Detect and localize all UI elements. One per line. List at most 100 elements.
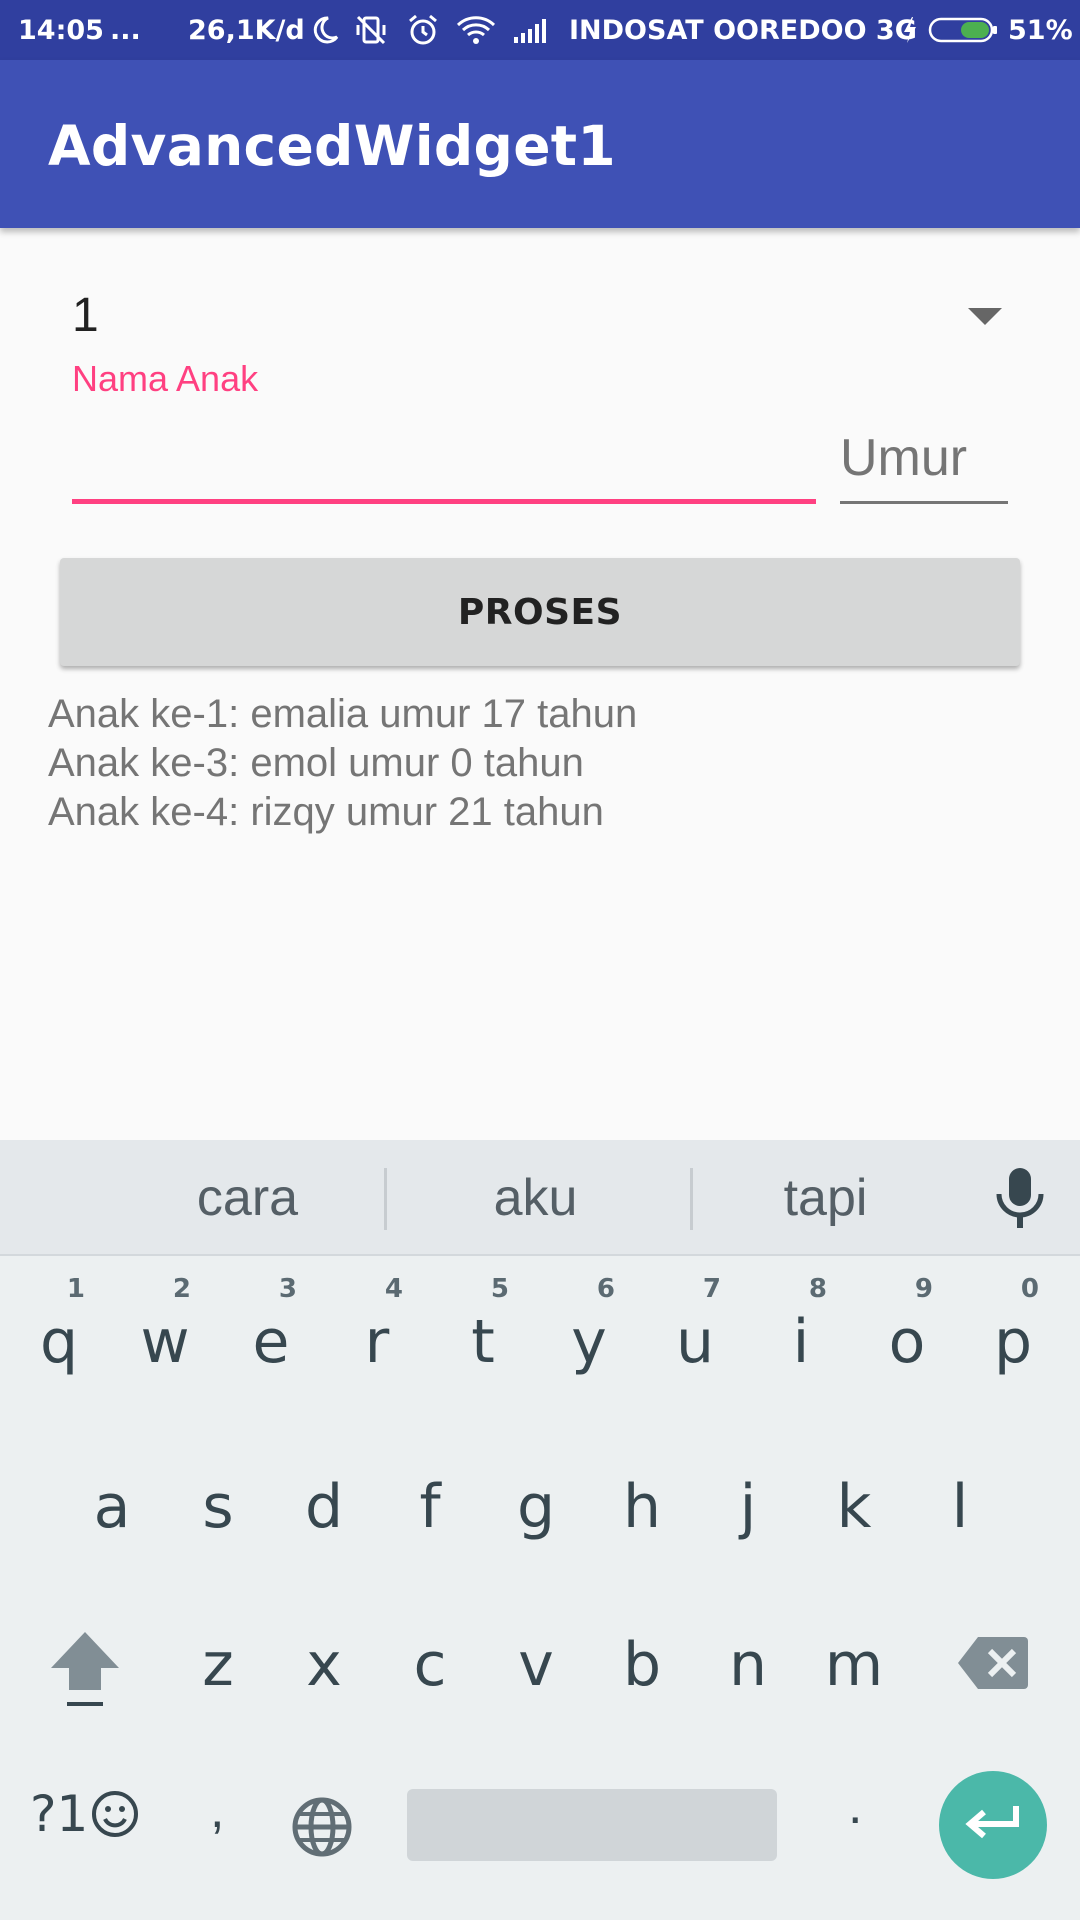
key-h[interactable]: h: [592, 1442, 692, 1572]
key-letter: p: [993, 1307, 1033, 1377]
key-number-hint: 2: [172, 1274, 191, 1304]
carrier-name: INDOSAT OOREDOO 3G: [569, 14, 917, 46]
key-letter: b: [622, 1630, 662, 1700]
globe-key[interactable]: [290, 1795, 354, 1859]
key-letter: n: [728, 1630, 768, 1700]
key-letter: x: [306, 1630, 342, 1700]
key-letter: s: [202, 1472, 234, 1542]
keyboard-suggestion-bar: cara aku tapi: [0, 1140, 1080, 1256]
period-key[interactable]: .: [848, 1776, 862, 1836]
dropdown-arrow-icon: [968, 308, 1002, 325]
key-letter: z: [202, 1630, 234, 1700]
key-number-hint: 3: [278, 1274, 297, 1304]
suggestion-item[interactable]: cara: [150, 1140, 345, 1256]
name-input[interactable]: [72, 414, 816, 504]
comma-key[interactable]: ,: [210, 1780, 224, 1840]
key-letter: v: [518, 1630, 554, 1700]
key-b[interactable]: b: [592, 1600, 692, 1730]
alarm-icon: [406, 0, 440, 60]
enter-arrow-icon: [965, 1806, 1019, 1839]
result-line: Anak ke-3: emol umur 0 tahun: [48, 741, 584, 785]
backspace-icon: [958, 1637, 1028, 1689]
proses-button[interactable]: PROSES: [60, 558, 1020, 666]
app-bar: AdvancedWidget1: [0, 60, 1080, 228]
emoji-icon: [92, 1791, 139, 1837]
enter-key[interactable]: [939, 1771, 1047, 1879]
key-a[interactable]: a: [62, 1442, 162, 1572]
key-x[interactable]: x: [274, 1600, 374, 1730]
shift-key[interactable]: [40, 1625, 130, 1715]
key-v[interactable]: v: [486, 1600, 586, 1730]
charging-icon: [900, 0, 920, 60]
key-e[interactable]: 3e: [221, 1264, 321, 1394]
key-l[interactable]: l: [910, 1442, 1010, 1572]
suggestion-divider: [384, 1168, 387, 1230]
backspace-key[interactable]: [955, 1630, 1031, 1696]
key-letter: i: [792, 1307, 810, 1377]
key-w[interactable]: 2w: [115, 1264, 215, 1394]
key-letter: h: [622, 1472, 662, 1542]
key-letter: a: [93, 1472, 131, 1542]
key-number-hint: 8: [808, 1274, 827, 1304]
status-time: 14:05: [18, 14, 104, 46]
key-letter: q: [39, 1307, 79, 1377]
age-input[interactable]: [840, 414, 1008, 504]
key-q[interactable]: 1q: [9, 1264, 109, 1394]
key-letter: o: [888, 1307, 926, 1377]
result-line: Anak ke-4: rizqy umur 21 tahun: [48, 790, 604, 834]
wifi-icon: [456, 0, 496, 60]
key-number-hint: 7: [702, 1274, 721, 1304]
key-i[interactable]: 8i: [751, 1264, 851, 1394]
result-line: Anak ke-1: emalia umur 17 tahun: [48, 692, 638, 736]
shift-arrow-icon: [51, 1632, 119, 1706]
key-g[interactable]: g: [486, 1442, 586, 1572]
key-letter: y: [571, 1307, 607, 1377]
key-j[interactable]: j: [698, 1442, 798, 1572]
key-number-hint: 6: [596, 1274, 615, 1304]
key-d[interactable]: d: [274, 1442, 374, 1572]
key-u[interactable]: 7u: [645, 1264, 745, 1394]
key-p[interactable]: 0p: [963, 1264, 1063, 1394]
key-letter: f: [419, 1472, 441, 1542]
key-k[interactable]: k: [804, 1442, 904, 1572]
microphone-icon[interactable]: [990, 1166, 1050, 1235]
key-m[interactable]: m: [804, 1600, 904, 1730]
globe-icon: [292, 1797, 352, 1857]
app-title: AdvancedWidget1: [48, 114, 616, 178]
battery-icon: [928, 0, 1000, 60]
key-y[interactable]: 6y: [539, 1264, 639, 1394]
symbols-label: ?1: [30, 1785, 89, 1843]
key-letter: j: [739, 1472, 757, 1542]
suggestion-item[interactable]: aku: [438, 1140, 633, 1256]
key-s[interactable]: s: [168, 1442, 268, 1572]
key-f[interactable]: f: [380, 1442, 480, 1572]
name-field-label: Nama Anak: [72, 358, 259, 399]
key-letter: m: [824, 1630, 884, 1700]
child-number-spinner[interactable]: 1: [48, 270, 1008, 360]
key-z[interactable]: z: [168, 1600, 268, 1730]
key-number-hint: 1: [66, 1274, 85, 1304]
key-letter: c: [413, 1630, 447, 1700]
symbols-emoji-key[interactable]: ?1: [30, 1785, 140, 1843]
battery-percent: 51%: [1008, 14, 1073, 46]
status-bar: 14:05 ... 26,1K/d INDOSAT OOREDOO 3G 51%: [0, 0, 1080, 60]
space-bar[interactable]: [407, 1789, 777, 1861]
key-letter: k: [836, 1472, 872, 1542]
key-letter: r: [364, 1307, 390, 1377]
key-letter: g: [516, 1472, 556, 1542]
suggestion-divider: [690, 1168, 693, 1230]
suggestion-item[interactable]: tapi: [728, 1140, 923, 1256]
key-r[interactable]: 4r: [327, 1264, 427, 1394]
key-t[interactable]: 5t: [433, 1264, 533, 1394]
key-o[interactable]: 9o: [857, 1264, 957, 1394]
key-number-hint: 9: [914, 1274, 933, 1304]
spinner-selected-value: 1: [72, 289, 99, 342]
status-overflow-dots: ...: [110, 14, 141, 46]
key-n[interactable]: n: [698, 1600, 798, 1730]
key-number-hint: 5: [490, 1274, 509, 1304]
key-letter: u: [675, 1307, 715, 1377]
key-letter: d: [304, 1472, 344, 1542]
key-letter: l: [951, 1472, 969, 1542]
status-network-speed: 26,1K/d: [188, 14, 305, 46]
key-c[interactable]: c: [380, 1600, 480, 1730]
